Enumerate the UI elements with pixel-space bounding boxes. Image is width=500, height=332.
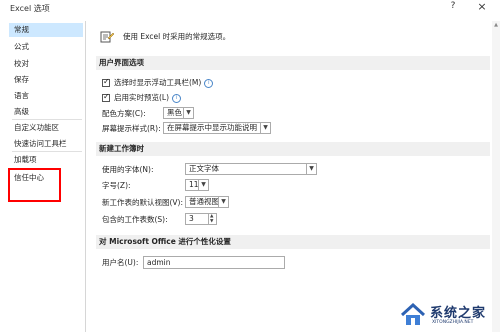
page-description: 使用 Excel 时采用的常规选项。 xyxy=(123,32,231,41)
sidebar-item-language[interactable]: 语言 xyxy=(9,89,83,103)
chevron-down-icon: ▼ xyxy=(183,108,193,118)
live-preview-label: 启用实时预览(L) xyxy=(114,93,170,102)
options-content: 使用 Excel 时采用的常规选项。 用户界面选项 ✓ 选择时显示浮动工具栏(M… xyxy=(88,21,500,332)
color-scheme-value: 黑色 xyxy=(167,108,182,117)
house-logo-icon xyxy=(400,303,426,325)
font-label: 使用的字体(N): xyxy=(102,165,154,174)
sheet-count-stepper[interactable]: ▲ ▼ xyxy=(208,213,217,225)
mini-toolbar-label: 选择时显示浮动工具栏(M) xyxy=(114,78,202,87)
window-title: Excel 选项 xyxy=(10,4,50,13)
watermark-url: XITONGZHIJIA.NET xyxy=(432,320,474,325)
live-preview-option: 启用实时预览(L) i xyxy=(114,91,182,105)
chevron-down-icon: ▼ xyxy=(198,180,208,190)
sidebar-item-customize-ribbon[interactable]: 自定义功能区 xyxy=(9,121,83,135)
sidebar-item-add-ins[interactable]: 加载项 xyxy=(9,153,83,167)
help-button[interactable]: ? xyxy=(446,1,460,15)
sheet-count-input[interactable]: 3 xyxy=(185,213,209,225)
chevron-down-icon: ▼ xyxy=(306,164,316,174)
default-view-select[interactable]: 普通视图 ▼ xyxy=(185,196,229,208)
font-size-label: 字号(Z): xyxy=(102,181,131,190)
options-icon xyxy=(100,31,114,43)
username-input[interactable]: admin xyxy=(143,256,285,269)
sheet-count-label: 包含的工作表数(S): xyxy=(102,215,168,224)
font-select[interactable]: 正文字体 ▼ xyxy=(185,163,317,175)
spin-down-icon[interactable]: ▼ xyxy=(210,219,213,224)
default-view-label: 新工作表的默认视图(V): xyxy=(102,198,184,207)
close-button[interactable]: × xyxy=(474,0,490,15)
section-new-workbook: 新建工作簿时 xyxy=(96,142,490,156)
sidebar-item-save[interactable]: 保存 xyxy=(9,73,83,87)
content-scrollbar[interactable]: ▲ xyxy=(492,21,500,332)
section-personalize: 对 Microsoft Office 进行个性化设置 xyxy=(96,235,490,249)
username-value: admin xyxy=(147,258,171,267)
tooltip-style-select[interactable]: 在屏幕提示中显示功能说明 ▼ xyxy=(163,122,271,134)
sidebar-item-quick-access-toolbar[interactable]: 快速访问工具栏 xyxy=(9,137,83,151)
tooltip-style-value: 在屏幕提示中显示功能说明 xyxy=(167,123,257,132)
font-value: 正文字体 xyxy=(189,164,219,173)
tooltip-style-label: 屏幕提示样式(R): xyxy=(102,124,161,133)
chevron-down-icon: ▼ xyxy=(218,197,228,207)
sidebar-divider xyxy=(12,119,82,120)
chevron-down-icon: ▼ xyxy=(260,123,270,133)
username-label: 用户名(U): xyxy=(102,258,139,267)
title-bar: Excel 选项 ? × xyxy=(0,0,500,17)
info-icon[interactable]: i xyxy=(172,93,182,103)
default-view-value: 普通视图 xyxy=(189,197,219,206)
section-ui-options: 用户界面选项 xyxy=(96,56,490,70)
trust-center-highlight xyxy=(8,168,61,202)
color-scheme-label: 配色方案(C): xyxy=(102,109,146,118)
sheet-count-value: 3 xyxy=(189,214,194,223)
sidebar-item-general[interactable]: 常规 xyxy=(9,23,83,37)
watermark-brand: 系统之家 xyxy=(430,306,487,321)
sidebar-item-proofing[interactable]: 校对 xyxy=(9,57,83,71)
mini-toolbar-option: 选择时显示浮动工具栏(M) i xyxy=(114,76,214,90)
site-watermark: 系统之家 XITONGZHIJIA.NET xyxy=(400,300,498,330)
info-icon[interactable]: i xyxy=(204,78,214,88)
sidebar-item-advanced[interactable]: 高级 xyxy=(9,105,83,119)
live-preview-checkbox[interactable]: ✓ xyxy=(102,92,110,102)
scroll-up-icon[interactable]: ▲ xyxy=(492,22,500,28)
color-scheme-select[interactable]: 黑色 ▼ xyxy=(163,107,194,119)
mini-toolbar-checkbox[interactable]: ✓ xyxy=(102,77,110,87)
sidebar-item-formulas[interactable]: 公式 xyxy=(9,40,83,54)
sidebar-divider xyxy=(12,151,82,152)
font-size-select[interactable]: 11 ▼ xyxy=(185,179,209,191)
